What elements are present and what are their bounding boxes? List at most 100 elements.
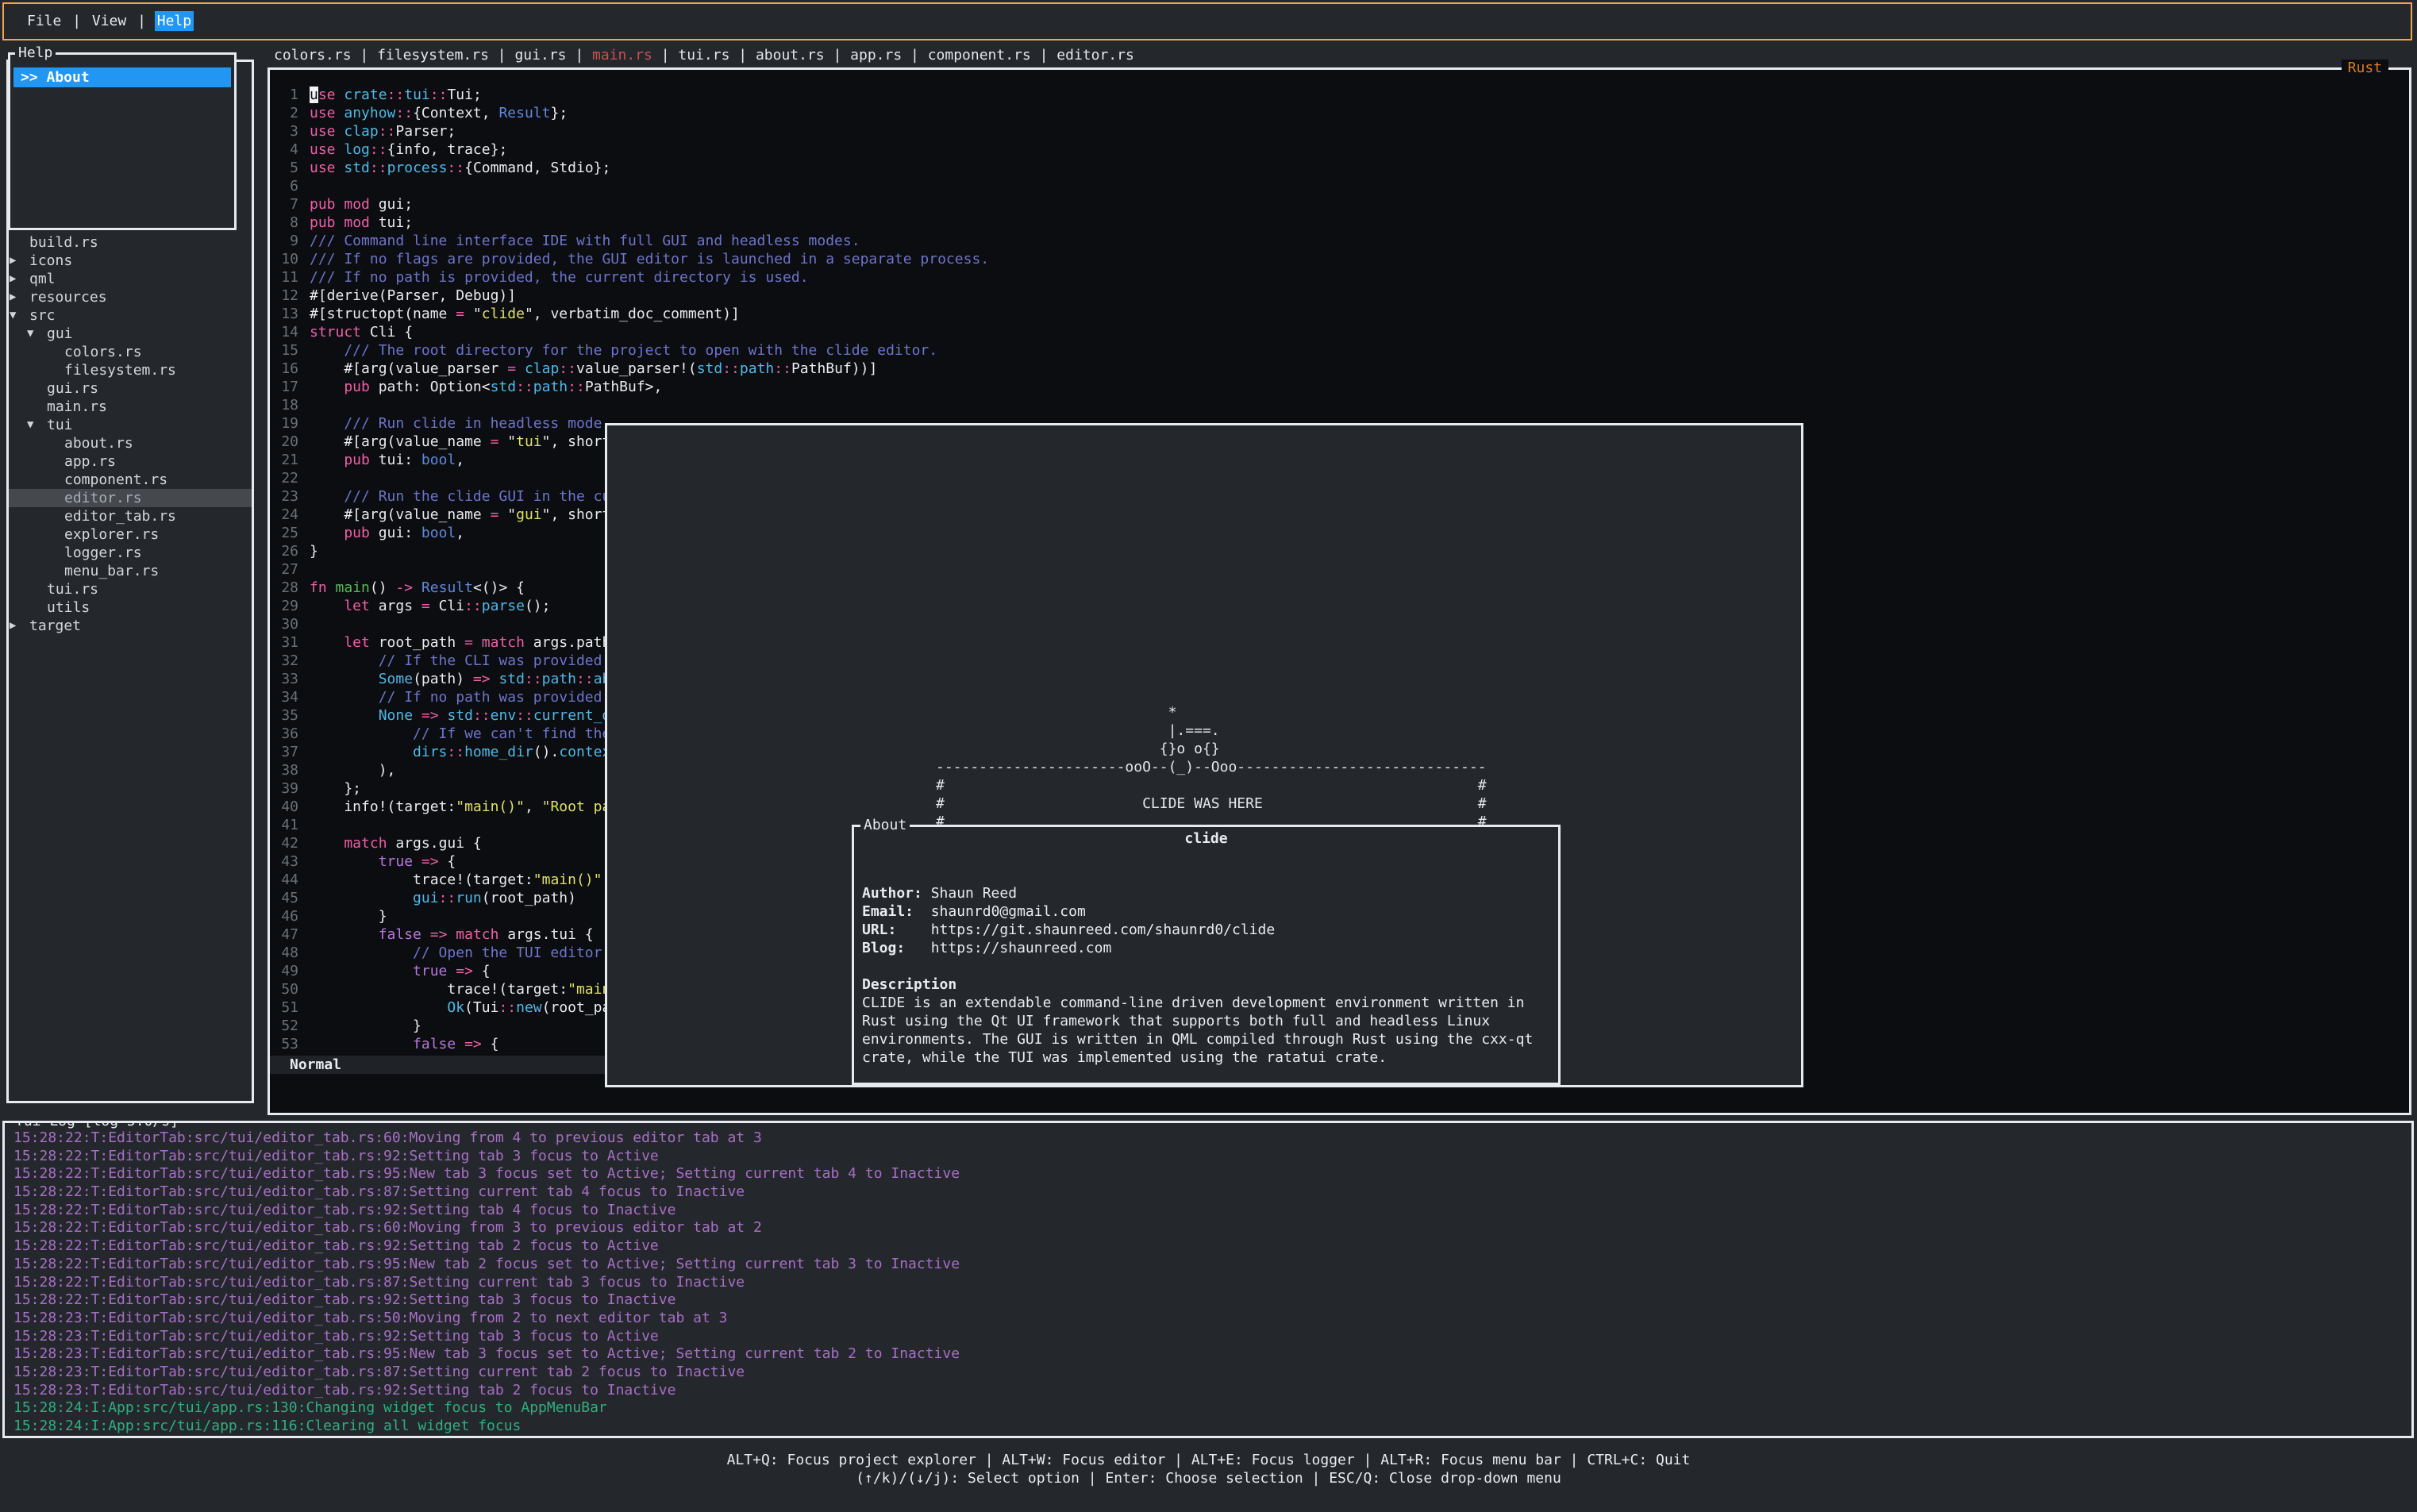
log-line: 15:28:22:T:EditorTab:src/tui/editor_tab.… bbox=[13, 1202, 2411, 1220]
file-tree[interactable]: build.rs▶icons▶qml▶resources▼src▼guicolo… bbox=[9, 233, 252, 635]
code-line[interactable]: 7pub mod gui; bbox=[270, 195, 2409, 214]
tree-item-label: icons bbox=[29, 252, 72, 269]
code-line[interactable]: 8pub mod tui; bbox=[270, 214, 2409, 232]
editor-tabs[interactable]: colors.rs | filesystem.rs | gui.rs | mai… bbox=[274, 45, 1134, 66]
line-number: 24 bbox=[279, 506, 298, 524]
line-number: 16 bbox=[279, 360, 298, 378]
code-line[interactable]: 5use std::process::{Command, Stdio}; bbox=[270, 159, 2409, 177]
line-number: 23 bbox=[279, 487, 298, 506]
code-line[interactable]: 9/// Command line interface IDE with ful… bbox=[270, 232, 2409, 250]
tree-item-colors.rs[interactable]: colors.rs bbox=[9, 343, 252, 361]
tree-item-qml[interactable]: ▶qml bbox=[9, 270, 252, 288]
help-menu-option[interactable]: >> About bbox=[13, 67, 231, 87]
code-line[interactable]: 13#[structopt(name = "clide", verbatim_d… bbox=[270, 305, 2409, 323]
tree-item-target[interactable]: ▶target bbox=[9, 617, 252, 635]
tree-item-menu_bar.rs[interactable]: menu_bar.rs bbox=[9, 562, 252, 580]
tab-filesystem.rs[interactable]: filesystem.rs bbox=[377, 47, 489, 63]
tab-tui.rs[interactable]: tui.rs bbox=[678, 47, 729, 63]
tree-item-src[interactable]: ▼src bbox=[9, 306, 252, 325]
expand-icon[interactable]: ▶ bbox=[10, 270, 16, 288]
line-number: 7 bbox=[279, 195, 298, 214]
line-number: 17 bbox=[279, 378, 298, 396]
line-number: 26 bbox=[279, 542, 298, 560]
tree-item-tui.rs[interactable]: tui.rs bbox=[9, 580, 252, 598]
about-row: URL: https://git.shaunreed.com/shaunrd0/… bbox=[862, 921, 1558, 939]
status-bar: ALT+Q: Focus project explorer | ALT+W: F… bbox=[0, 1451, 2417, 1487]
code-line[interactable]: 12#[derive(Parser, Debug)] bbox=[270, 287, 2409, 305]
tree-item-gui[interactable]: ▼gui bbox=[9, 325, 252, 343]
language-badge: Rust bbox=[2342, 60, 2388, 77]
tab-gui.rs[interactable]: gui.rs bbox=[514, 47, 566, 63]
tree-item-gui.rs[interactable]: gui.rs bbox=[9, 379, 252, 398]
line-number: 37 bbox=[279, 743, 298, 761]
log-line: 15:28:22:T:EditorTab:src/tui/editor_tab.… bbox=[13, 1183, 2411, 1202]
menu-item-view[interactable]: View bbox=[90, 11, 129, 31]
code-line[interactable]: 1use crate::tui::Tui; bbox=[270, 86, 2409, 104]
tree-item-label: logger.rs bbox=[64, 544, 142, 561]
code-line[interactable]: 11/// If no path is provided, the curren… bbox=[270, 268, 2409, 287]
tree-item-build.rs[interactable]: build.rs bbox=[9, 233, 252, 252]
code-line[interactable]: 2use anyhow::{Context, Result}; bbox=[270, 104, 2409, 122]
code-line[interactable]: 6 bbox=[270, 177, 2409, 195]
line-number: 47 bbox=[279, 925, 298, 944]
expand-icon[interactable]: ▶ bbox=[10, 252, 16, 270]
about-box: About clide Author: Shaun ReedEmail: sha… bbox=[852, 825, 1561, 1085]
tree-item-editor_tab.rs[interactable]: editor_tab.rs bbox=[9, 507, 252, 525]
line-number: 2 bbox=[279, 104, 298, 122]
log-line: 15:28:22:T:EditorTab:src/tui/editor_tab.… bbox=[13, 1165, 2411, 1183]
collapse-icon[interactable]: ▼ bbox=[10, 306, 16, 325]
tree-item-editor.rs[interactable]: editor.rs bbox=[9, 489, 252, 507]
tree-item-filesystem.rs[interactable]: filesystem.rs bbox=[9, 361, 252, 379]
tab-component.rs[interactable]: component.rs bbox=[928, 47, 1031, 63]
tree-item-utils[interactable]: utils bbox=[9, 598, 252, 617]
tree-item-label: app.rs bbox=[64, 453, 116, 470]
menu-item-file[interactable]: File bbox=[25, 11, 64, 31]
code-line[interactable]: 16 #[arg(value_parser = clap::value_pars… bbox=[270, 360, 2409, 378]
about-row: CLIDE is an extendable command-line driv… bbox=[862, 994, 1558, 1012]
tree-item-about.rs[interactable]: about.rs bbox=[9, 434, 252, 452]
line-number: 30 bbox=[279, 615, 298, 633]
code-line[interactable]: 10/// If no flags are provided, the GUI … bbox=[270, 250, 2409, 268]
about-row: Blog: https://shaunreed.com bbox=[862, 939, 1558, 957]
about-row bbox=[862, 848, 1558, 866]
about-row bbox=[862, 866, 1558, 884]
tab-about.rs[interactable]: about.rs bbox=[756, 47, 825, 63]
tree-item-label: gui.rs bbox=[47, 380, 98, 397]
about-row: clide bbox=[862, 829, 1558, 848]
code-line[interactable]: 15 /// The root directory for the projec… bbox=[270, 341, 2409, 360]
tree-item-explorer.rs[interactable]: explorer.rs bbox=[9, 525, 252, 544]
line-number: 52 bbox=[279, 1017, 298, 1035]
log-line: 15:28:23:T:EditorTab:src/tui/editor_tab.… bbox=[13, 1364, 2411, 1382]
code-line[interactable]: 18 bbox=[270, 396, 2409, 414]
log-lines: 15:28:22:T:EditorTab:src/tui/editor_tab.… bbox=[5, 1123, 2411, 1436]
code-line[interactable]: 14struct Cli { bbox=[270, 323, 2409, 341]
collapse-icon[interactable]: ▼ bbox=[27, 325, 33, 343]
line-number: 12 bbox=[279, 287, 298, 305]
tree-item-label: colors.rs bbox=[64, 344, 142, 360]
collapse-icon[interactable]: ▼ bbox=[27, 416, 33, 434]
tree-item-tui[interactable]: ▼tui bbox=[9, 416, 252, 434]
code-line[interactable]: 3use clap::Parser; bbox=[270, 122, 2409, 140]
line-number: 1 bbox=[279, 86, 298, 104]
tab-editor.rs[interactable]: editor.rs bbox=[1056, 47, 1134, 63]
tree-item-logger.rs[interactable]: logger.rs bbox=[9, 544, 252, 562]
tree-item-component.rs[interactable]: component.rs bbox=[9, 471, 252, 489]
tab-colors.rs[interactable]: colors.rs bbox=[274, 47, 352, 63]
tree-item-resources[interactable]: ▶resources bbox=[9, 288, 252, 306]
expand-icon[interactable]: ▶ bbox=[10, 288, 16, 306]
line-number: 51 bbox=[279, 998, 298, 1017]
expand-icon[interactable]: ▶ bbox=[10, 617, 16, 635]
tree-item-main.rs[interactable]: main.rs bbox=[9, 398, 252, 416]
tab-main.rs[interactable]: main.rs bbox=[592, 47, 652, 63]
line-number: 49 bbox=[279, 962, 298, 980]
code-line[interactable]: 4use log::{info, trace}; bbox=[270, 140, 2409, 159]
line-number: 48 bbox=[279, 944, 298, 962]
tab-app.rs[interactable]: app.rs bbox=[850, 47, 902, 63]
menu-item-help[interactable]: Help bbox=[155, 11, 194, 31]
line-number: 36 bbox=[279, 725, 298, 743]
tree-item-app.rs[interactable]: app.rs bbox=[9, 452, 252, 471]
log-panel-title: Tui Log [log=5.0/s] bbox=[12, 1121, 182, 1129]
tree-item-icons[interactable]: ▶ icons bbox=[9, 252, 252, 270]
code-line[interactable]: 17 pub path: Option<std::path::PathBuf>, bbox=[270, 378, 2409, 396]
line-number: 22 bbox=[279, 469, 298, 487]
